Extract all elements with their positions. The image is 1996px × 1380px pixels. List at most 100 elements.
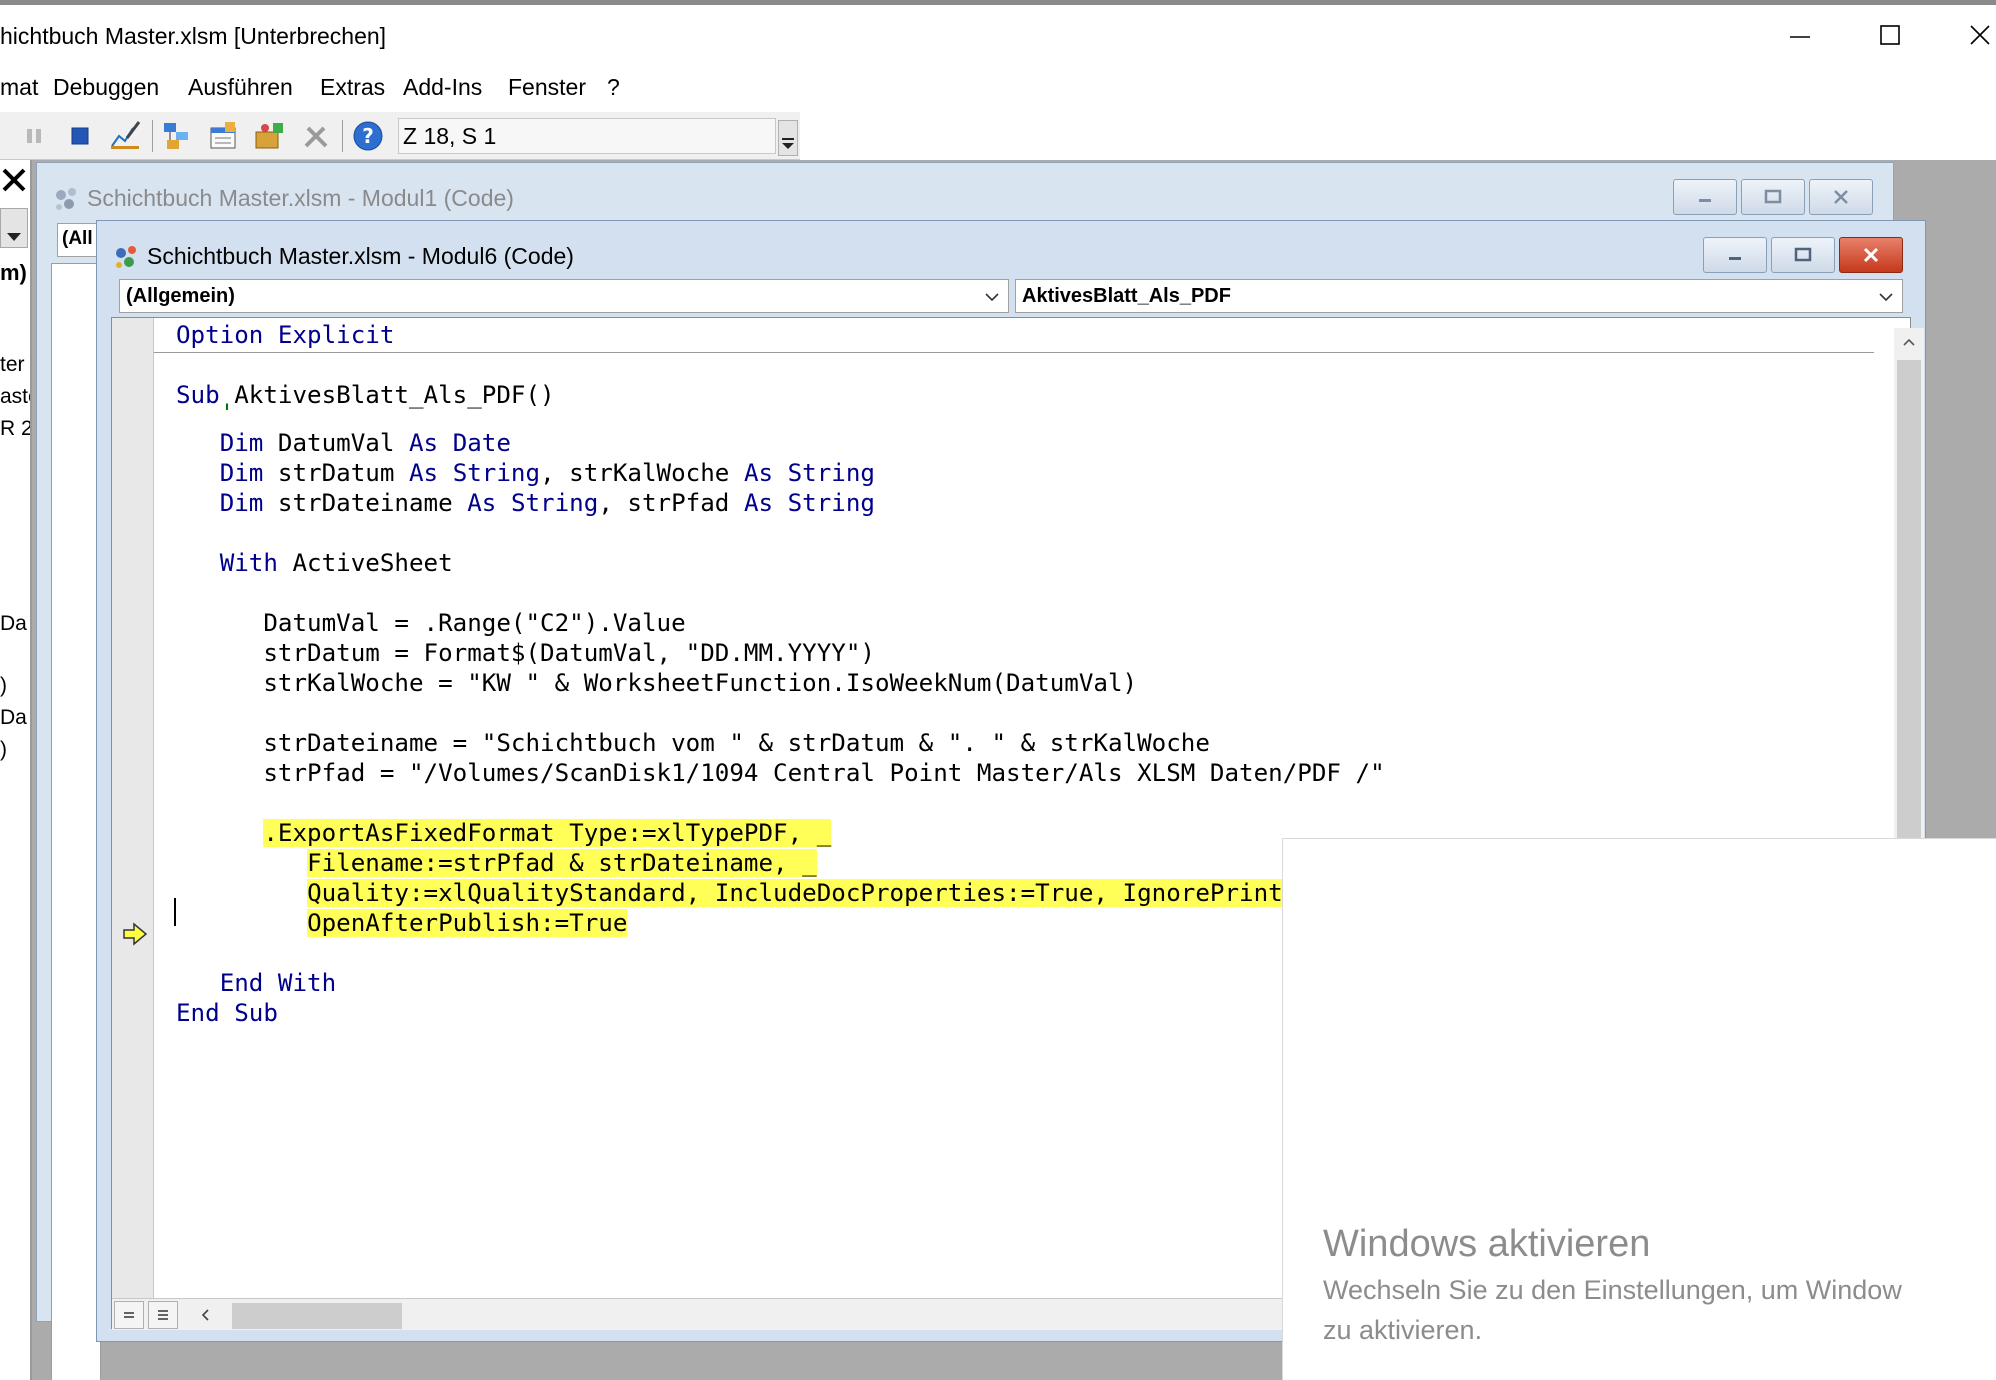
code-line: strDateiname = "Schichtbuch vom " & strD… — [176, 728, 1210, 758]
menu-fenster[interactable]: Fenster — [508, 74, 586, 101]
code-line: Dim strDateiname As String, strPfad As S… — [176, 488, 875, 518]
close-icon — [2, 168, 26, 192]
horizontal-scroll-thumb[interactable] — [232, 1303, 402, 1329]
menu-bar: mat Debuggen Ausführen Extras Add-Ins Fe… — [0, 64, 1996, 112]
code-line: strKalWoche = "KW " & WorksheetFunction.… — [176, 668, 1137, 698]
minimize-icon — [1699, 199, 1711, 202]
minimize-button[interactable] — [1780, 15, 1820, 55]
close-icon — [1970, 25, 1990, 45]
menu-format[interactable]: mat — [0, 74, 38, 101]
menu-add-ins[interactable]: Add-Ins — [403, 74, 482, 101]
close-button[interactable] — [1960, 15, 1996, 55]
maximize-icon — [1794, 247, 1812, 262]
code-line: End Sub — [176, 998, 278, 1028]
code-token: String — [787, 489, 875, 517]
close-icon — [1863, 247, 1879, 263]
declaration-separator — [154, 352, 1874, 353]
maximize-button[interactable] — [1870, 15, 1910, 55]
window-title-modul1: Schichtbuch Master.xlsm - Modul1 (Code) — [87, 185, 514, 211]
chevron-left-icon — [201, 1309, 209, 1321]
full-module-view-button[interactable] — [148, 1301, 178, 1329]
close-icon — [1834, 190, 1848, 204]
code-line: Option Explicit — [176, 320, 394, 350]
code-line-highlighted: .ExportAsFixedFormat Type:=xlTypePDF, _ — [176, 818, 832, 848]
code-token: strKalWoche = "KW " & WorksheetFunction.… — [263, 669, 1138, 697]
vba-module-icon — [56, 188, 76, 210]
windows-activation-watermark: Windows aktivieren Wechseln Sie zu den E… — [1282, 838, 1996, 1380]
properties-icon — [210, 122, 236, 149]
procedure-view-button[interactable] — [114, 1301, 144, 1329]
modul1-close-button[interactable] — [1809, 179, 1873, 215]
title-bar: hichtbuch Master.xlsm [Unterbrechen] — [0, 0, 1996, 64]
pane-close-button[interactable] — [0, 166, 30, 196]
menu-ausfuehren[interactable]: Ausführen — [188, 74, 293, 101]
current-statement: Filename:=strPfad & strDateiname, _ — [307, 849, 817, 877]
modul6-minimize-button[interactable] — [1703, 237, 1767, 273]
full-module-view-icon — [158, 1310, 168, 1320]
help-icon: ? — [353, 121, 383, 151]
toolbar-options-button[interactable] — [778, 120, 798, 156]
execution-point-arrow-icon — [123, 922, 148, 946]
code-token: As — [743, 459, 774, 487]
project-explorer-button[interactable] — [160, 118, 196, 154]
code-line: With ActiveSheet — [176, 548, 453, 578]
window-title-modul6: Schichtbuch Master.xlsm - Modul6 (Code) — [147, 243, 574, 269]
svg-text:?: ? — [362, 124, 374, 148]
activation-text: Wechseln Sie zu den Einstellungen, um Wi… — [1323, 1275, 1902, 1305]
scroll-up-button[interactable] — [1894, 328, 1924, 356]
object-browser-button[interactable] — [252, 118, 288, 154]
menu-debuggen[interactable]: Debuggen — [53, 74, 159, 101]
pane-dropdown-button[interactable] — [0, 208, 28, 248]
code-token: String — [510, 489, 599, 517]
properties-window-button[interactable] — [206, 118, 242, 154]
code-token: , strPfad — [598, 489, 744, 517]
code-token: End Sub — [176, 999, 278, 1027]
reset-button[interactable] — [62, 118, 98, 154]
design-mode-button[interactable] — [108, 118, 144, 154]
procedure-view-icon — [124, 1312, 134, 1318]
code-token: AktivesBlatt_Als_PDF() — [219, 381, 555, 409]
toolbox-button[interactable] — [298, 118, 334, 154]
modul1-code-area[interactable] — [51, 263, 101, 1380]
modul6-maximize-button[interactable] — [1771, 237, 1835, 273]
code-token: strPfad = "/Volumes/ScanDisk1/1094 Centr… — [263, 759, 1385, 787]
menu-help[interactable]: ? — [607, 74, 620, 101]
pane-text-fragment: aste — [0, 385, 30, 408]
minimize-icon — [1790, 36, 1810, 38]
code-token: With — [219, 549, 278, 577]
code-token: As — [743, 489, 774, 517]
scroll-left-button[interactable] — [190, 1301, 220, 1329]
toolbox-icon — [304, 126, 328, 148]
code-token: Dim — [219, 489, 264, 517]
code-token: String — [452, 459, 541, 487]
modul1-maximize-button[interactable] — [1741, 179, 1805, 215]
code-token: Dim — [219, 429, 264, 457]
design-mode-icon — [111, 121, 141, 149]
code-token: Date — [452, 429, 511, 457]
code-line: strPfad = "/Volumes/ScanDisk1/1094 Centr… — [176, 758, 1385, 788]
vba-module-icon — [116, 246, 136, 268]
chevron-down-icon — [7, 233, 21, 241]
procedure-combo[interactable]: AktivesBlatt_Als_PDF — [1015, 279, 1903, 313]
pause-icon — [27, 129, 41, 143]
code-token: End With — [219, 969, 337, 997]
code-line: Dim DatumVal As Date — [176, 428, 511, 458]
code-token: strDateiname = "Schichtbuch vom " & strD… — [263, 729, 1210, 757]
current-statement: .ExportAsFixedFormat Type:=xlTypePDF, _ — [263, 819, 832, 847]
menu-extras[interactable]: Extras — [320, 74, 385, 101]
code-token: strDatum = Format$(DatumVal, "DD.MM.YYYY… — [263, 639, 875, 667]
object-combo[interactable]: (Allgemein) — [119, 279, 1009, 313]
margin-indicator-bar[interactable] — [112, 318, 154, 1298]
chevron-up-icon — [1903, 338, 1915, 346]
break-button[interactable] — [16, 118, 52, 154]
help-button[interactable]: ? — [350, 118, 386, 154]
modul1-minimize-button[interactable] — [1673, 179, 1737, 215]
code-line: DatumVal = .Range("C2").Value — [176, 608, 685, 638]
object-browser-icon — [255, 123, 283, 149]
pane-text-fragment: m) — [0, 260, 27, 285]
code-token: , strKalWoche — [540, 459, 744, 487]
modul6-close-button[interactable] — [1839, 237, 1903, 273]
